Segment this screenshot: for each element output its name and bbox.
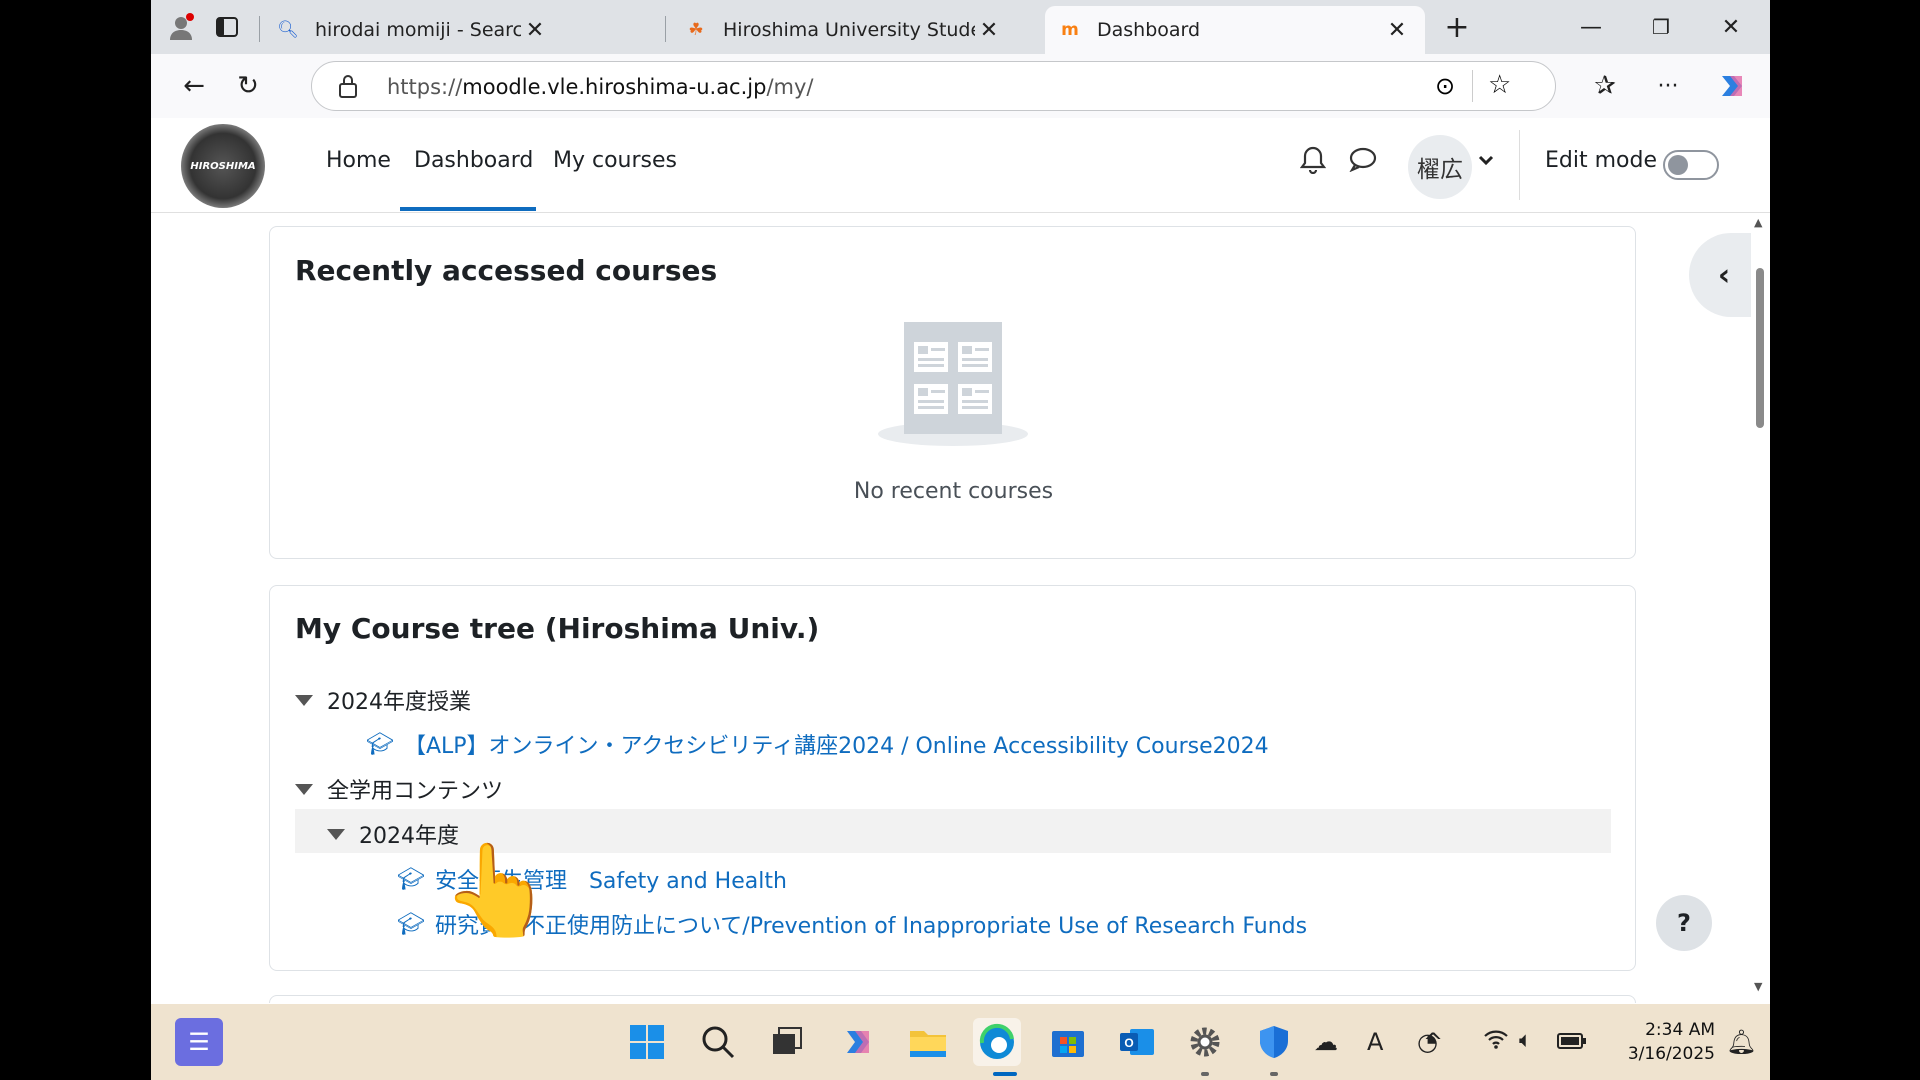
main-content: Recently accessed courses No recent cour… <box>151 213 1751 1003</box>
microsoft-store-icon[interactable] <box>1044 1018 1092 1066</box>
hand-cursor-icon: 👆 <box>441 838 554 943</box>
tree-category-university-content[interactable]: 全学用コンテンツ <box>295 773 503 805</box>
search-icon[interactable] <box>694 1018 742 1066</box>
close-tab-icon[interactable]: ✕ <box>975 18 1003 43</box>
site-header: HIROSHIMA Home Dashboard My courses 櫂広 E… <box>151 118 1770 213</box>
tab-actions-icon[interactable] <box>207 8 247 46</box>
moodle-icon: m <box>1061 20 1079 40</box>
scrollbar-thumb[interactable] <box>1756 268 1764 428</box>
edit-mode-toggle[interactable] <box>1663 150 1719 180</box>
lock-icon[interactable] <box>338 74 358 103</box>
tree-course-item[interactable]: 🎓︎ 【ALP】オンライン・アクセシビリティ講座2024 / Online Acc… <box>366 728 1269 760</box>
restore-icon[interactable]: ❐ <box>1641 8 1681 46</box>
tab-title: Hiroshima University Student Info <box>723 19 975 41</box>
messages-icon[interactable] <box>1349 146 1377 178</box>
navigation-bar: ← ↻ https://moodle.vle.hiroshima-u.ac.jp… <box>151 54 1770 118</box>
focus-clock-icon[interactable]: ◔ <box>1417 1028 1438 1056</box>
url-text[interactable]: https://moodle.vle.hiroshima-u.ac.jp/my/ <box>387 75 814 99</box>
active-nav-indicator <box>400 207 536 211</box>
tab-student-info[interactable]: ☘ Hiroshima University Student Info ✕ <box>671 6 1017 54</box>
close-tab-icon[interactable]: ✕ <box>521 18 549 43</box>
recent-courses-title: Recently accessed courses <box>295 254 718 287</box>
copilot-app-icon[interactable] <box>834 1018 882 1066</box>
settings-menu-icon[interactable]: ··· <box>1647 65 1689 107</box>
back-icon[interactable]: ← <box>173 65 215 107</box>
close-tab-icon[interactable]: ✕ <box>1383 18 1411 43</box>
settings-gear-icon[interactable] <box>1181 1018 1229 1066</box>
tree-category-2024-classes[interactable]: 2024年度授業 <box>295 684 471 716</box>
nav-my-courses[interactable]: My courses <box>553 148 677 173</box>
nav-home[interactable]: Home <box>326 148 391 173</box>
wifi-icon[interactable] <box>1483 1028 1509 1056</box>
address-bar[interactable]: https://moodle.vle.hiroshima-u.ac.jp/my/… <box>311 61 1556 111</box>
favorite-star-icon[interactable]: ☆ <box>1488 70 1511 100</box>
security-shield-icon[interactable] <box>1250 1018 1298 1066</box>
university-logo[interactable]: HIROSHIMA <box>181 124 265 208</box>
maple-leaf-icon: ☘ <box>688 20 704 40</box>
scroll-down-icon[interactable]: ▼ <box>1754 980 1762 993</box>
ime-mode-icon[interactable]: A <box>1367 1028 1383 1056</box>
task-view-icon[interactable] <box>763 1018 811 1066</box>
start-windows-icon[interactable] <box>623 1018 671 1066</box>
profile-icon[interactable] <box>161 8 201 46</box>
tab-title: Dashboard <box>1097 19 1201 41</box>
help-button[interactable]: ? <box>1656 895 1712 951</box>
caret-down-icon[interactable] <box>295 694 313 706</box>
tab-strip: 🔍︎ hirodai momiji - Search ✕ ☘ Hiroshima… <box>151 0 1770 54</box>
tab-dashboard[interactable]: m Dashboard ✕ <box>1045 6 1425 54</box>
refresh-icon[interactable]: ↻ <box>227 65 269 107</box>
nav-dashboard[interactable]: Dashboard <box>414 148 533 173</box>
caret-down-icon[interactable] <box>327 828 345 840</box>
new-tab-icon[interactable]: + <box>1437 8 1477 46</box>
graduation-cap-icon: 🎓︎ <box>397 866 425 892</box>
system-clock[interactable]: 2:34 AM 3/16/2025 <box>1611 1018 1715 1066</box>
search-icon: 🔍︎ <box>277 20 299 40</box>
outlook-icon[interactable]: O <box>1113 1018 1161 1066</box>
no-recent-courses-text: No recent courses <box>853 479 1054 504</box>
course-tree-title: My Course tree (Hiroshima Univ.) <box>295 612 820 645</box>
close-window-icon[interactable]: ✕ <box>1711 8 1751 46</box>
widgets-icon[interactable]: ☰ <box>175 1018 223 1066</box>
chevron-down-icon[interactable] <box>1478 150 1494 171</box>
copilot-icon[interactable] <box>1711 65 1753 107</box>
favorites-icon[interactable]: ✰ <box>1584 65 1626 107</box>
empty-courses-illustration <box>878 322 1028 452</box>
taskbar: ☰ O ^ ☁ A ◔ 🔈︎ 2:34 AM 3/16/2025 🔔︎ <box>151 1004 1770 1080</box>
edit-mode-label: Edit mode <box>1545 148 1657 173</box>
svg-text:O: O <box>1124 1036 1133 1050</box>
onedrive-offline-icon[interactable]: ☁ <box>1314 1028 1338 1056</box>
minimize-icon[interactable]: — <box>1571 8 1611 46</box>
notifications-icon[interactable]: 🔔︎ <box>1726 1028 1756 1056</box>
edge-browser-icon[interactable] <box>973 1018 1021 1066</box>
tree-subcategory-2024[interactable]: 2024年度 <box>327 818 459 850</box>
notifications-bell-icon[interactable] <box>1299 146 1327 180</box>
tab-search[interactable]: 🔍︎ hirodai momiji - Search ✕ <box>263 6 563 54</box>
graduation-cap-icon: 🎓︎ <box>397 911 425 937</box>
graduation-cap-icon: 🎓︎ <box>366 731 394 757</box>
recent-courses-card: Recently accessed courses No recent cour… <box>269 226 1636 559</box>
caret-down-icon[interactable] <box>295 783 313 795</box>
tab-title: hirodai momiji - Search <box>315 19 521 41</box>
user-avatar[interactable]: 櫂広 <box>1408 135 1472 199</box>
more-options-circle-icon[interactable]: ⊙ <box>1435 72 1455 100</box>
volume-icon[interactable]: 🔈︎ <box>1519 1028 1532 1053</box>
browser-window: 🔍︎ hirodai momiji - Search ✕ ☘ Hiroshima… <box>151 0 1770 1080</box>
next-card <box>269 995 1636 1003</box>
file-explorer-icon[interactable] <box>904 1018 952 1066</box>
scroll-up-icon[interactable]: ▲ <box>1754 216 1762 229</box>
battery-icon[interactable] <box>1557 1028 1587 1056</box>
